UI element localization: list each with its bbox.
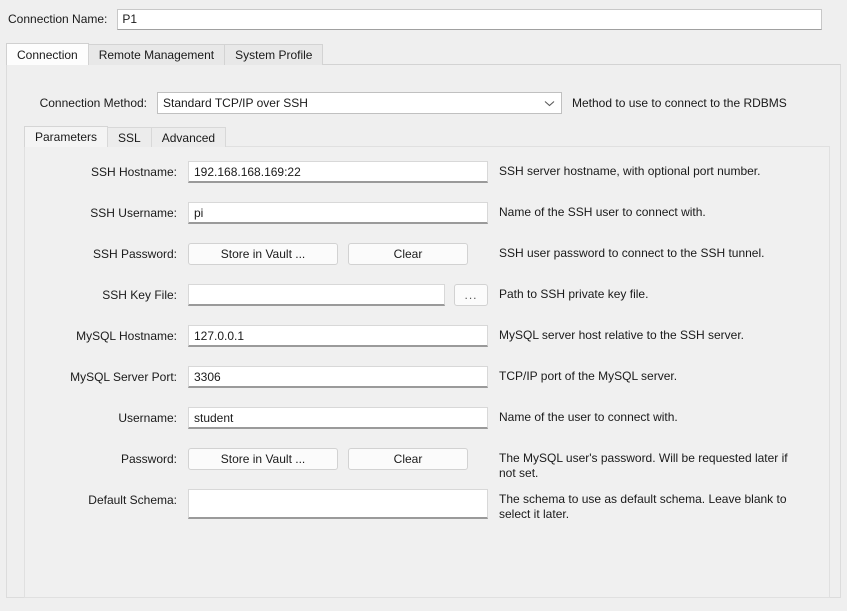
ssh-key-file-browse-button[interactable]: ... — [454, 284, 488, 306]
ssh-key-file-help: Path to SSH private key file. — [499, 287, 649, 301]
form-row-ssh-username: SSH Username: Name of the SSH user to co… — [25, 202, 831, 243]
ssh-password-clear-button[interactable]: Clear — [348, 243, 468, 265]
parameters-form: SSH Hostname: SSH server hostname, with … — [25, 161, 831, 530]
username-input[interactable] — [188, 407, 488, 429]
password-label: Password: — [120, 452, 177, 466]
default-schema-label: Default Schema: — [88, 493, 177, 507]
subtab-parameters-label: Parameters — [35, 130, 98, 144]
form-row-mysql-server-port: MySQL Server Port: TCP/IP port of the My… — [25, 366, 831, 407]
mysql-hostname-help: MySQL server host relative to the SSH se… — [499, 328, 744, 342]
password-store-in-vault-button[interactable]: Store in Vault ... — [188, 448, 338, 470]
mysql-hostname-label: MySQL Hostname: — [76, 329, 177, 343]
tab-connection[interactable]: Connection — [6, 43, 89, 65]
username-label: Username: — [118, 411, 177, 425]
tab-system-profile[interactable]: System Profile — [224, 44, 324, 65]
ssh-key-file-label: SSH Key File: — [102, 288, 177, 302]
ssh-password-store-in-vault-button[interactable]: Store in Vault ... — [188, 243, 338, 265]
tab-remote-management[interactable]: Remote Management — [87, 44, 226, 65]
connection-tab-panel: Connection Method: Standard TCP/IP over … — [6, 64, 841, 598]
form-row-ssh-hostname: SSH Hostname: SSH server hostname, with … — [25, 161, 831, 202]
ssh-hostname-label: SSH Hostname: — [90, 165, 177, 179]
default-schema-input[interactable] — [188, 489, 488, 519]
ssh-username-control — [188, 202, 488, 224]
ssh-password-label: SSH Password: — [92, 247, 177, 261]
tab-remote-management-label: Remote Management — [98, 48, 215, 62]
form-row-username: Username: Name of the user to connect wi… — [25, 407, 831, 448]
connection-name-label: Connection Name: — [8, 12, 108, 26]
default-schema-help: The schema to use as default schema. Lea… — [499, 492, 787, 521]
connection-method-select[interactable]: Standard TCP/IP over SSH — [157, 92, 562, 114]
main-tab-strip: Connection Remote Management System Prof… — [6, 43, 841, 65]
form-row-ssh-password: SSH Password: Store in Vault ... Clear S… — [25, 243, 831, 284]
subtab-parameters[interactable]: Parameters — [24, 126, 109, 147]
mysql-server-port-help: TCP/IP port of the MySQL server. — [499, 369, 678, 383]
subtab-ssl[interactable]: SSL — [107, 127, 152, 147]
mysql-hostname-input[interactable] — [188, 325, 488, 347]
subtab-advanced-label: Advanced — [161, 131, 216, 145]
connection-name-input[interactable] — [117, 8, 823, 30]
password-control: Store in Vault ... Clear — [188, 448, 488, 470]
tab-connection-label: Connection — [17, 48, 78, 62]
connection-method-row: Connection Method: Standard TCP/IP over … — [7, 89, 842, 117]
ssh-hostname-control — [188, 161, 488, 183]
form-row-mysql-hostname: MySQL Hostname: MySQL server host relati… — [25, 325, 831, 366]
tab-system-profile-label: System Profile — [235, 48, 313, 62]
form-row-ssh-key-file: SSH Key File: ... Path to SSH private ke… — [25, 284, 831, 325]
ssh-hostname-help: SSH server hostname, with optional port … — [499, 164, 761, 178]
form-row-password: Password: Store in Vault ... Clear The M… — [25, 448, 831, 489]
ssh-username-help: Name of the SSH user to connect with. — [499, 205, 706, 219]
ssh-password-control: Store in Vault ... Clear — [188, 243, 488, 265]
username-help: Name of the user to connect with. — [499, 410, 678, 424]
connection-name-row: Connection Name: — [0, 0, 847, 38]
username-control — [188, 407, 488, 429]
mysql-server-port-label: MySQL Server Port: — [70, 370, 177, 384]
subtab-advanced[interactable]: Advanced — [150, 127, 227, 147]
mysql-server-port-control — [188, 366, 488, 388]
password-help: The MySQL user's password. Will be reque… — [499, 451, 788, 480]
mysql-server-port-input[interactable] — [188, 366, 488, 388]
parameters-tab-strip: Parameters SSL Advanced — [24, 125, 830, 147]
ssh-password-help: SSH user password to connect to the SSH … — [499, 246, 765, 260]
default-schema-control — [188, 489, 488, 519]
ssh-username-input[interactable] — [188, 202, 488, 224]
connection-method-label: Connection Method: — [39, 96, 147, 110]
parameters-panel: SSH Hostname: SSH server hostname, with … — [24, 146, 830, 598]
password-clear-button[interactable]: Clear — [348, 448, 468, 470]
window-bottom-filler — [0, 598, 847, 611]
connection-method-hint: Method to use to connect to the RDBMS — [572, 96, 787, 110]
connection-method-value: Standard TCP/IP over SSH — [163, 96, 308, 110]
subtab-ssl-label: SSL — [118, 131, 141, 145]
ssh-hostname-input[interactable] — [188, 161, 488, 183]
chevron-down-icon — [544, 100, 555, 107]
ssh-key-file-input[interactable] — [188, 284, 445, 306]
ssh-username-label: SSH Username: — [90, 206, 177, 220]
mysql-hostname-control — [188, 325, 488, 347]
form-row-default-schema: Default Schema: The schema to use as def… — [25, 489, 831, 530]
ssh-key-file-control: ... — [188, 284, 488, 306]
